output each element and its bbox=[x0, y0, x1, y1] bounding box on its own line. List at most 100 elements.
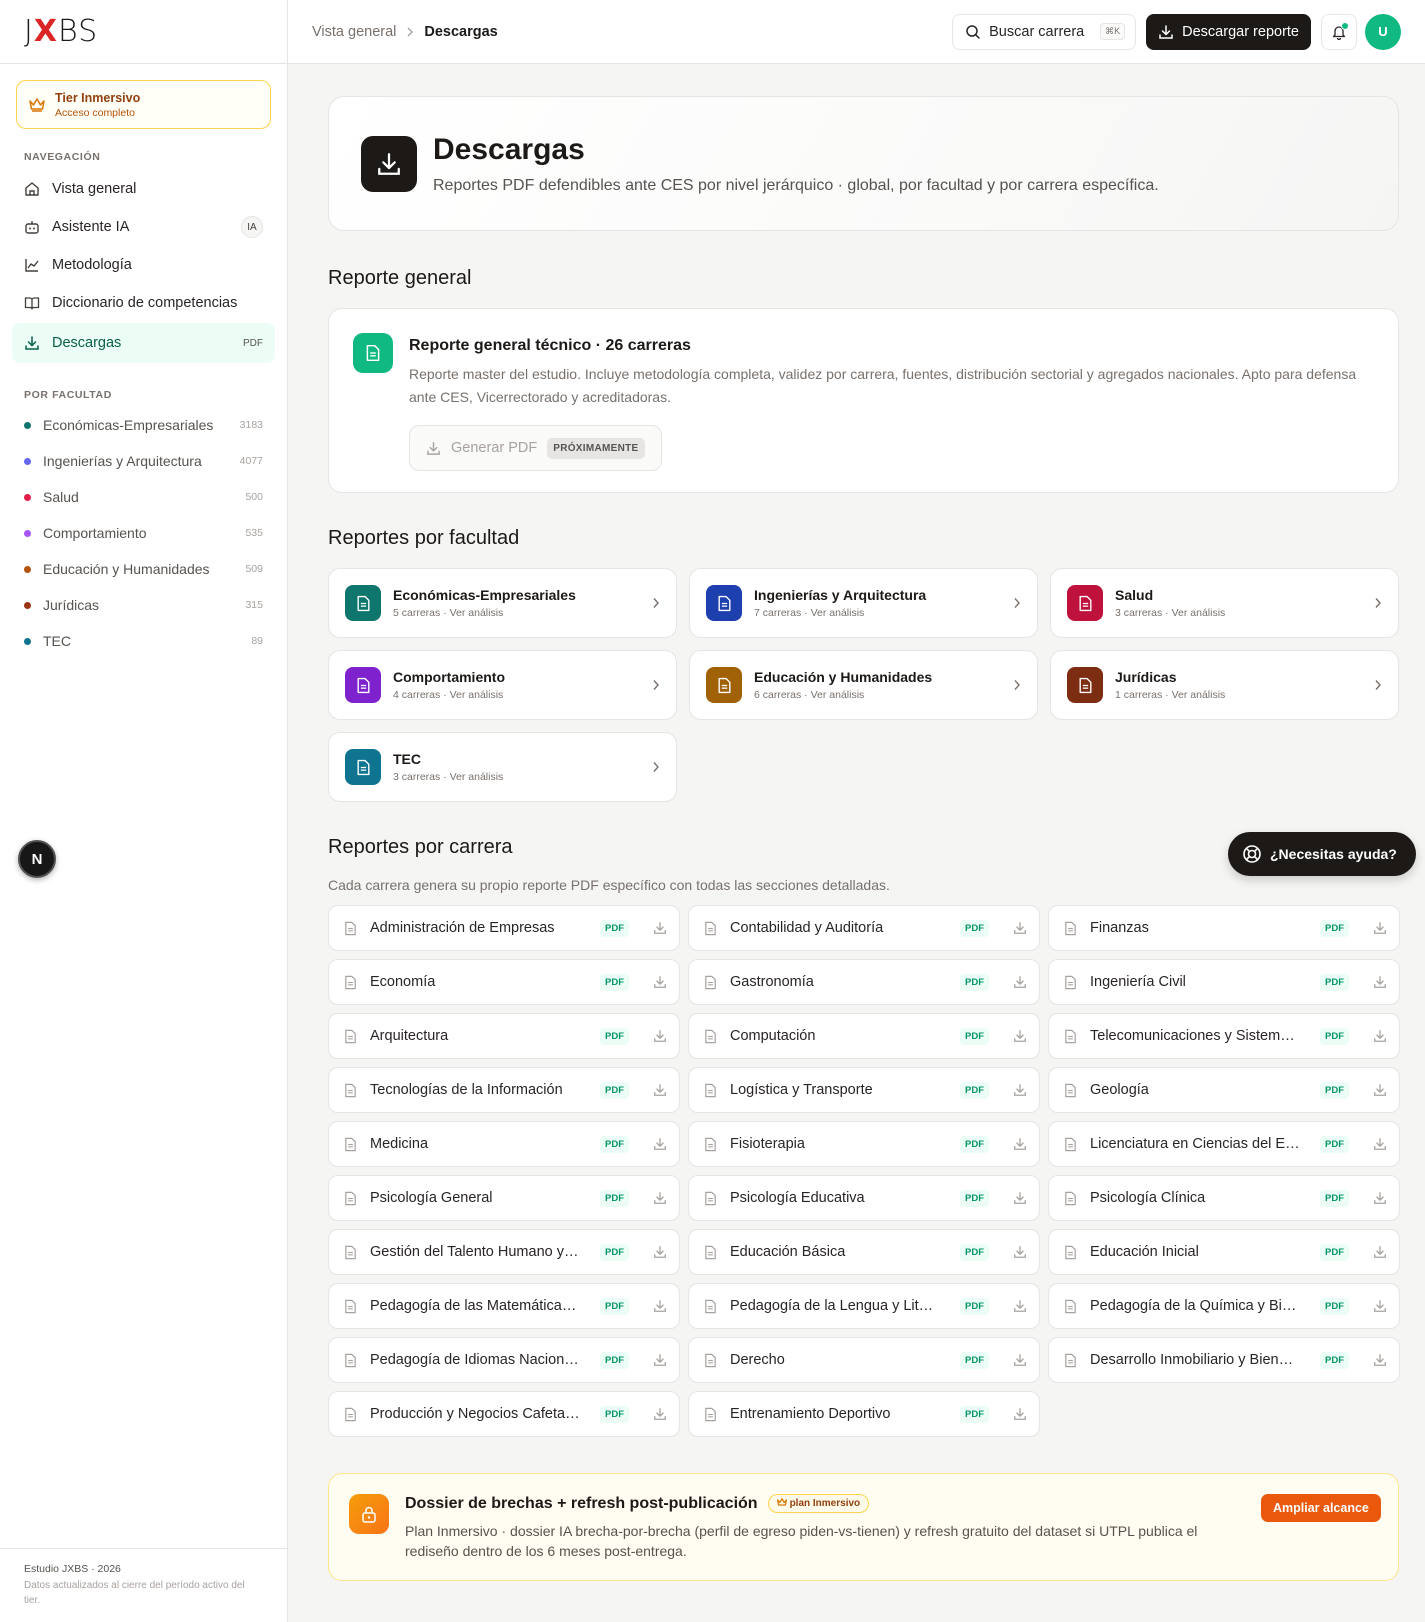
career-report-item[interactable]: Contabilidad y Auditoría PDF bbox=[688, 905, 1040, 951]
career-report-item[interactable]: Finanzas PDF bbox=[1048, 905, 1400, 951]
download-icon[interactable] bbox=[1373, 1245, 1387, 1259]
faculty-report-text: Económicas-Empresariales 5 carreras · Ver… bbox=[393, 587, 576, 619]
career-report-item[interactable]: Arquitectura PDF bbox=[328, 1013, 680, 1059]
sidebar-item-vista-general[interactable]: Vista general bbox=[12, 171, 275, 207]
generate-pdf-button[interactable]: Generar PDF PRÓXIMAMENTE bbox=[409, 425, 662, 472]
career-report-item[interactable]: Pedagogía de la Lengua y Literat... PDF bbox=[688, 1283, 1040, 1329]
download-icon[interactable] bbox=[1013, 1353, 1027, 1367]
download-icon[interactable] bbox=[1013, 921, 1027, 935]
notifications-button[interactable] bbox=[1321, 13, 1357, 50]
download-icon[interactable] bbox=[1373, 1029, 1387, 1043]
career-report-item[interactable]: Economía PDF bbox=[328, 959, 680, 1005]
download-icon[interactable] bbox=[1373, 1083, 1387, 1097]
sidebar-faculty-item[interactable]: Educación y Humanidades 509 bbox=[0, 551, 287, 587]
download-icon[interactable] bbox=[653, 1353, 667, 1367]
career-report-item[interactable]: Producción y Negocios Cafetaler... PDF bbox=[328, 1391, 680, 1437]
career-report-item[interactable]: Educación Inicial PDF bbox=[1048, 1229, 1400, 1275]
faculty-report-card[interactable]: Económicas-Empresariales 5 carreras · Ver… bbox=[328, 568, 677, 638]
sidebar-faculty-item[interactable]: Comportamiento 535 bbox=[0, 515, 287, 551]
download-icon[interactable] bbox=[1373, 975, 1387, 989]
floating-n-button[interactable]: N bbox=[18, 840, 56, 878]
career-report-item[interactable]: Psicología Clínica PDF bbox=[1048, 1175, 1400, 1221]
download-icon[interactable] bbox=[653, 921, 667, 935]
download-icon[interactable] bbox=[1013, 1083, 1027, 1097]
career-report-item[interactable]: Tecnologías de la Información PDF bbox=[328, 1067, 680, 1113]
download-icon[interactable] bbox=[1013, 1191, 1027, 1205]
career-report-item[interactable]: Desarrollo Inmobiliario y Bienes ... PDF bbox=[1048, 1337, 1400, 1383]
career-report-item[interactable]: Computación PDF bbox=[688, 1013, 1040, 1059]
search-button[interactable]: Buscar carrera ⌘K bbox=[952, 13, 1137, 50]
download-icon[interactable] bbox=[653, 1299, 667, 1313]
career-report-item[interactable]: Psicología General PDF bbox=[328, 1175, 680, 1221]
career-name: Pedagogía de la Lengua y Literat... bbox=[730, 1298, 940, 1314]
pdf-badge: PDF bbox=[960, 1135, 989, 1153]
career-name: Administración de Empresas bbox=[370, 920, 555, 936]
faculty-reports-grid: Económicas-Empresariales 5 carreras · Ver… bbox=[328, 568, 1399, 802]
pdf-badge: PDF bbox=[960, 1081, 989, 1099]
download-icon[interactable] bbox=[1373, 1299, 1387, 1313]
career-report-item[interactable]: Psicología Educativa PDF bbox=[688, 1175, 1040, 1221]
career-report-item[interactable]: Pedagogía de Idiomas Nacionale... PDF bbox=[328, 1337, 680, 1383]
faculty-report-card[interactable]: Jurídicas 1 carreras · Ver análisis bbox=[1050, 650, 1399, 720]
help-button[interactable]: ¿Necesitas ayuda? bbox=[1228, 832, 1416, 876]
download-icon[interactable] bbox=[1013, 1029, 1027, 1043]
career-report-item[interactable]: Ingeniería Civil PDF bbox=[1048, 959, 1400, 1005]
download-icon[interactable] bbox=[1013, 975, 1027, 989]
faculty-nav-list: Económicas-Empresariales 3183 Ingenierías … bbox=[0, 407, 287, 659]
career-report-item[interactable]: Gastronomía PDF bbox=[688, 959, 1040, 1005]
career-report-item[interactable]: Administración de Empresas PDF bbox=[328, 905, 680, 951]
download-icon[interactable] bbox=[653, 1407, 667, 1421]
download-icon[interactable] bbox=[1013, 1407, 1027, 1421]
nav-section-label: NAVEGACIÓN bbox=[24, 151, 101, 163]
download-icon[interactable] bbox=[653, 1245, 667, 1259]
download-icon[interactable] bbox=[1373, 1191, 1387, 1205]
download-icon[interactable] bbox=[1373, 921, 1387, 935]
download-icon[interactable] bbox=[1373, 1353, 1387, 1367]
download-icon[interactable] bbox=[1373, 1137, 1387, 1151]
faculty-report-text: Ingenierías y Arquitectura 7 carreras · V… bbox=[754, 587, 926, 619]
career-report-item[interactable]: Educación Básica PDF bbox=[688, 1229, 1040, 1275]
download-report-button[interactable]: Descargar reporte bbox=[1146, 13, 1311, 50]
download-icon[interactable] bbox=[653, 1191, 667, 1205]
sidebar-item-asistente-ia[interactable]: Asistente IA IA bbox=[12, 209, 275, 245]
career-report-item[interactable]: Licenciatura en Ciencias del Ejer... PDF bbox=[1048, 1121, 1400, 1167]
logo[interactable]: JXBS bbox=[0, 0, 287, 64]
faculty-report-card[interactable]: Comportamiento 4 carreras · Ver análisis bbox=[328, 650, 677, 720]
avatar[interactable]: U bbox=[1365, 13, 1401, 50]
career-report-item[interactable]: Derecho PDF bbox=[688, 1337, 1040, 1383]
career-report-item[interactable]: Telecomunicaciones y Sistemas ... PDF bbox=[1048, 1013, 1400, 1059]
sidebar-item-metodologia[interactable]: Metodología bbox=[12, 247, 275, 283]
sidebar-item-label: Diccionario de competencias bbox=[52, 295, 238, 311]
sidebar-faculty-item[interactable]: Ingenierías y Arquitectura 4077 bbox=[0, 443, 287, 479]
download-icon[interactable] bbox=[653, 1029, 667, 1043]
faculty-count: 315 bbox=[245, 599, 263, 611]
sidebar-faculty-item[interactable]: Salud 500 bbox=[0, 479, 287, 515]
sidebar-faculty-item[interactable]: Económicas-Empresariales 3183 bbox=[0, 407, 287, 443]
download-icon[interactable] bbox=[1013, 1299, 1027, 1313]
career-name: Economía bbox=[370, 974, 436, 990]
download-icon[interactable] bbox=[653, 1137, 667, 1151]
career-report-item[interactable]: Geología PDF bbox=[1048, 1067, 1400, 1113]
career-report-item[interactable]: Entrenamiento Deportivo PDF bbox=[688, 1391, 1040, 1437]
career-report-item[interactable]: Logística y Transporte PDF bbox=[688, 1067, 1040, 1113]
tier-card[interactable]: Tier Inmersivo Acceso completo bbox=[16, 80, 271, 129]
sidebar-faculty-item[interactable]: TEC 89 bbox=[0, 623, 287, 659]
expand-scope-button[interactable]: Ampliar alcance bbox=[1261, 1494, 1381, 1522]
career-report-item[interactable]: Pedagogía de la Química y Biolo... PDF bbox=[1048, 1283, 1400, 1329]
career-report-item[interactable]: Pedagogía de las Matemáticas y ... PDF bbox=[328, 1283, 680, 1329]
sidebar-faculty-item[interactable]: Jurídicas 315 bbox=[0, 587, 287, 623]
faculty-report-card[interactable]: Ingenierías y Arquitectura 7 carreras · V… bbox=[689, 568, 1038, 638]
faculty-report-card[interactable]: TEC 3 carreras · Ver análisis bbox=[328, 732, 677, 802]
career-report-item[interactable]: Gestión del Talento Humano y Bi... PDF bbox=[328, 1229, 680, 1275]
career-report-item[interactable]: Medicina PDF bbox=[328, 1121, 680, 1167]
sidebar-item-diccionario[interactable]: Diccionario de competencias bbox=[12, 285, 275, 321]
download-icon[interactable] bbox=[653, 1083, 667, 1097]
download-icon[interactable] bbox=[1013, 1245, 1027, 1259]
career-report-item[interactable]: Fisioterapia PDF bbox=[688, 1121, 1040, 1167]
faculty-report-card[interactable]: Educación y Humanidades 6 carreras · Ver … bbox=[689, 650, 1038, 720]
download-icon[interactable] bbox=[1013, 1137, 1027, 1151]
download-icon[interactable] bbox=[653, 975, 667, 989]
breadcrumb-vista-general[interactable]: Vista general bbox=[312, 24, 396, 40]
sidebar-item-descargas[interactable]: Descargas PDF bbox=[12, 323, 275, 363]
faculty-report-card[interactable]: Salud 3 carreras · Ver análisis bbox=[1050, 568, 1399, 638]
